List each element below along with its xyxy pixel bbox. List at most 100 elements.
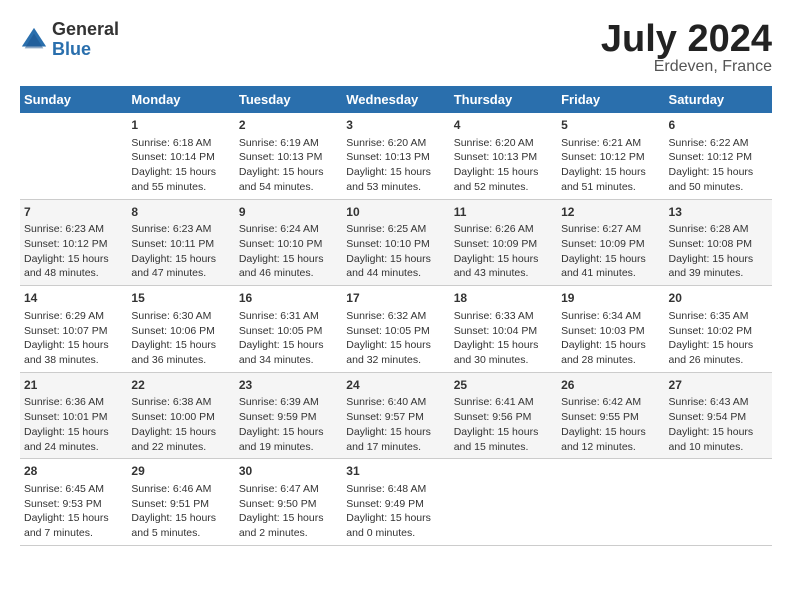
logo: General Blue — [20, 20, 119, 60]
day-info: Sunrise: 6:40 AM — [346, 395, 445, 410]
day-info: Sunset: 9:50 PM — [239, 497, 338, 512]
calendar-cell: 31Sunrise: 6:48 AMSunset: 9:49 PMDayligh… — [342, 459, 449, 546]
day-info: and 26 minutes. — [669, 353, 768, 368]
day-info: Sunset: 10:05 PM — [239, 324, 338, 339]
title-block: July 2024 Erdeven, France — [601, 20, 772, 76]
day-info: and 54 minutes. — [239, 180, 338, 195]
day-info: and 38 minutes. — [24, 353, 123, 368]
calendar-cell: 9Sunrise: 6:24 AMSunset: 10:10 PMDayligh… — [235, 199, 342, 286]
day-info: Sunrise: 6:38 AM — [131, 395, 230, 410]
day-info: Sunrise: 6:20 AM — [454, 136, 553, 151]
day-info: Sunrise: 6:36 AM — [24, 395, 123, 410]
day-info: Sunrise: 6:22 AM — [669, 136, 768, 151]
calendar-cell: 21Sunrise: 6:36 AMSunset: 10:01 PMDaylig… — [20, 372, 127, 459]
day-info: and 28 minutes. — [561, 353, 660, 368]
day-info: and 24 minutes. — [24, 440, 123, 455]
day-info: and 41 minutes. — [561, 266, 660, 281]
day-info: Sunset: 10:12 PM — [561, 150, 660, 165]
week-row-5: 28Sunrise: 6:45 AMSunset: 9:53 PMDayligh… — [20, 459, 772, 546]
day-number: 7 — [24, 204, 123, 221]
day-info: Sunset: 10:13 PM — [239, 150, 338, 165]
day-info: Daylight: 15 hours — [346, 511, 445, 526]
day-info: and 43 minutes. — [454, 266, 553, 281]
day-info: Sunset: 10:08 PM — [669, 237, 768, 252]
header-friday: Friday — [557, 86, 664, 113]
day-info: Sunset: 10:00 PM — [131, 410, 230, 425]
calendar-cell: 10Sunrise: 6:25 AMSunset: 10:10 PMDaylig… — [342, 199, 449, 286]
day-info: Sunrise: 6:39 AM — [239, 395, 338, 410]
day-info: Sunrise: 6:47 AM — [239, 482, 338, 497]
day-info: Sunrise: 6:28 AM — [669, 222, 768, 237]
calendar-cell: 17Sunrise: 6:32 AMSunset: 10:05 PMDaylig… — [342, 286, 449, 373]
header-wednesday: Wednesday — [342, 86, 449, 113]
day-info: Daylight: 15 hours — [669, 338, 768, 353]
day-info: Daylight: 15 hours — [239, 511, 338, 526]
day-info: Daylight: 15 hours — [669, 165, 768, 180]
day-info: Daylight: 15 hours — [131, 511, 230, 526]
day-info: Daylight: 15 hours — [346, 252, 445, 267]
calendar-cell: 19Sunrise: 6:34 AMSunset: 10:03 PMDaylig… — [557, 286, 664, 373]
day-info: Sunrise: 6:32 AM — [346, 309, 445, 324]
day-info: Sunset: 10:03 PM — [561, 324, 660, 339]
calendar-cell: 13Sunrise: 6:28 AMSunset: 10:08 PMDaylig… — [665, 199, 772, 286]
logo-text: General Blue — [52, 20, 119, 60]
header-saturday: Saturday — [665, 86, 772, 113]
calendar-cell: 16Sunrise: 6:31 AMSunset: 10:05 PMDaylig… — [235, 286, 342, 373]
day-info: Sunrise: 6:24 AM — [239, 222, 338, 237]
day-number: 24 — [346, 377, 445, 394]
day-info: Sunrise: 6:48 AM — [346, 482, 445, 497]
calendar-cell: 7Sunrise: 6:23 AMSunset: 10:12 PMDayligh… — [20, 199, 127, 286]
logo-icon — [20, 26, 48, 54]
calendar-cell: 12Sunrise: 6:27 AMSunset: 10:09 PMDaylig… — [557, 199, 664, 286]
day-info: and 52 minutes. — [454, 180, 553, 195]
header-monday: Monday — [127, 86, 234, 113]
day-number: 22 — [131, 377, 230, 394]
day-number: 13 — [669, 204, 768, 221]
day-info: and 36 minutes. — [131, 353, 230, 368]
day-info: Sunrise: 6:31 AM — [239, 309, 338, 324]
day-info: Sunrise: 6:46 AM — [131, 482, 230, 497]
day-info: Sunset: 10:04 PM — [454, 324, 553, 339]
day-info: Sunset: 10:09 PM — [561, 237, 660, 252]
day-info: and 15 minutes. — [454, 440, 553, 455]
day-info: Sunset: 10:11 PM — [131, 237, 230, 252]
day-info: Sunset: 10:01 PM — [24, 410, 123, 425]
day-info: Sunset: 10:10 PM — [239, 237, 338, 252]
day-number: 14 — [24, 290, 123, 307]
week-row-1: 1Sunrise: 6:18 AMSunset: 10:14 PMDayligh… — [20, 113, 772, 199]
day-info: Daylight: 15 hours — [346, 425, 445, 440]
day-info: Sunrise: 6:41 AM — [454, 395, 553, 410]
calendar-cell — [20, 113, 127, 199]
day-info: Sunset: 9:54 PM — [669, 410, 768, 425]
day-info: and 7 minutes. — [24, 526, 123, 541]
calendar-cell: 4Sunrise: 6:20 AMSunset: 10:13 PMDayligh… — [450, 113, 557, 199]
calendar-cell: 29Sunrise: 6:46 AMSunset: 9:51 PMDayligh… — [127, 459, 234, 546]
title-month-year: July 2024 — [601, 20, 772, 58]
day-info: Daylight: 15 hours — [131, 165, 230, 180]
day-info: Sunset: 10:06 PM — [131, 324, 230, 339]
day-info: Sunrise: 6:21 AM — [561, 136, 660, 151]
day-info: and 32 minutes. — [346, 353, 445, 368]
day-info: and 44 minutes. — [346, 266, 445, 281]
day-number: 23 — [239, 377, 338, 394]
logo-general: General — [52, 20, 119, 40]
day-number: 31 — [346, 463, 445, 480]
day-number: 18 — [454, 290, 553, 307]
day-number: 8 — [131, 204, 230, 221]
day-number: 11 — [454, 204, 553, 221]
day-info: Daylight: 15 hours — [454, 252, 553, 267]
day-info: Daylight: 15 hours — [561, 165, 660, 180]
day-number: 30 — [239, 463, 338, 480]
calendar-cell: 2Sunrise: 6:19 AMSunset: 10:13 PMDayligh… — [235, 113, 342, 199]
day-info: Daylight: 15 hours — [561, 252, 660, 267]
day-info: Daylight: 15 hours — [561, 338, 660, 353]
day-info: Sunset: 10:13 PM — [346, 150, 445, 165]
day-info: Sunrise: 6:35 AM — [669, 309, 768, 324]
day-info: Sunset: 9:51 PM — [131, 497, 230, 512]
day-info: Daylight: 15 hours — [131, 338, 230, 353]
day-number: 12 — [561, 204, 660, 221]
page-header: General Blue July 2024 Erdeven, France — [20, 20, 772, 76]
calendar-cell: 25Sunrise: 6:41 AMSunset: 9:56 PMDayligh… — [450, 372, 557, 459]
calendar-cell — [557, 459, 664, 546]
week-row-2: 7Sunrise: 6:23 AMSunset: 10:12 PMDayligh… — [20, 199, 772, 286]
